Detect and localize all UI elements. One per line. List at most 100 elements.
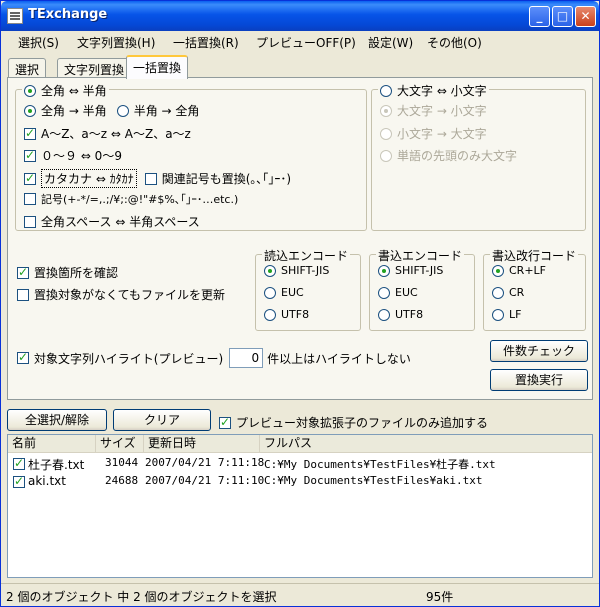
update-all-option-row[interactable]: 置換対象がなくてもファイルを更新: [17, 286, 225, 303]
file-row[interactable]: aki.txt 24688 2007/04/21 7:11:10 C:¥My D…: [8, 473, 592, 491]
write-sjis-radio[interactable]: [378, 264, 390, 277]
confirm-checkbox[interactable]: [17, 265, 29, 279]
write-utf8-radio[interactable]: [378, 308, 390, 321]
write-encoding-title: 書込エンコード: [376, 247, 465, 264]
upper-to-lower-row[interactable]: 大文字 → 小文字: [380, 102, 487, 119]
confirm-label: 置換箇所を確認: [34, 266, 119, 280]
lower-to-upper-row[interactable]: 小文字 → 大文字: [380, 125, 487, 142]
alpha-option-row[interactable]: A～Z、a～z ⇔ A～Z、a～z: [24, 125, 191, 142]
newline-cr-row[interactable]: CR: [492, 286, 524, 299]
symbols-option-row[interactable]: 記号(+-*/=,.;/¥;:@!"#$%､｢｣ｰ･…etc.): [24, 191, 238, 207]
highlight-checkbox[interactable]: [17, 350, 29, 364]
menu-bar: 選択(S) 文字列置換(H) 一括置換(R) プレビューOFF(P) 設定(W)…: [1, 32, 599, 52]
column-date[interactable]: 更新日時: [144, 435, 260, 453]
preview-ext-option-row[interactable]: プレビュー対象拡張子のファイルのみ追加する: [219, 414, 488, 431]
menu-string-replace[interactable]: 文字列置換(H): [77, 34, 155, 51]
file-list[interactable]: 名前 サイズ 更新日時 フルパス 杜子春.txt 31044 2007/04/2…: [7, 434, 593, 578]
file-row-checkbox[interactable]: [13, 474, 25, 488]
initial-cap-row[interactable]: 単語の先頭のみ大文字: [380, 147, 517, 164]
tab-string-replace[interactable]: 文字列置換: [57, 58, 132, 78]
newline-lf-radio[interactable]: [492, 308, 504, 321]
digits-label: ０～９ ⇔ 0～9: [41, 149, 122, 163]
status-selection: 2 個のオブジェクト 中 2 個のオブジェクトを選択: [6, 590, 277, 604]
kana-checkbox[interactable]: [24, 171, 36, 185]
digits-option-row[interactable]: ０～９ ⇔ 0～9: [24, 147, 122, 164]
width-mode-radio[interactable]: [24, 84, 36, 97]
title-bar[interactable]: TExchange _ □ ✕: [1, 1, 599, 31]
menu-batch-replace[interactable]: 一括置換(R): [173, 34, 239, 51]
read-euc-row[interactable]: EUC: [264, 286, 304, 299]
close-button[interactable]: ✕: [575, 6, 596, 27]
menu-other[interactable]: その他(O): [427, 34, 482, 51]
execute-replace-button[interactable]: 置換実行: [490, 369, 588, 391]
read-encoding-title: 読込エンコード: [262, 247, 351, 264]
width-group-title[interactable]: 全角 ⇔ 半角: [22, 82, 109, 99]
menu-preview-off[interactable]: プレビューOFF(P): [256, 34, 356, 51]
read-utf8-label: UTF8: [281, 308, 310, 321]
update-all-checkbox[interactable]: [17, 288, 29, 301]
hw-to-fw-radio[interactable]: [116, 104, 129, 117]
space-option-row[interactable]: 全角スペース ⇔ 半角スペース: [24, 213, 200, 230]
newline-cr-label: CR: [509, 286, 525, 299]
write-euc-row[interactable]: EUC: [378, 286, 418, 299]
read-sjis-row[interactable]: SHIFT-JIS: [264, 264, 329, 277]
newline-lf-label: LF: [509, 308, 522, 321]
alpha-checkbox[interactable]: [24, 126, 36, 140]
menu-settings[interactable]: 設定(W): [368, 34, 413, 51]
select-all-button[interactable]: 全選択/解除: [7, 409, 107, 431]
initial-cap-radio[interactable]: [380, 149, 392, 162]
update-all-label: 置換対象がなくてもファイルを更新: [34, 288, 226, 302]
symbols-label: 記号(+-*/=,.;/¥;:@!"#$%､｢｣ｰ･…etc.): [41, 193, 239, 206]
clear-button[interactable]: クリア: [113, 409, 211, 431]
initial-cap-label: 単語の先頭のみ大文字: [397, 149, 518, 163]
case-group-title[interactable]: 大文字 ⇔ 小文字: [378, 82, 489, 99]
file-row-checkbox[interactable]: [13, 456, 25, 470]
highlight-suffix-label: 件以上はハイライトしない: [267, 351, 411, 366]
newline-crlf-row[interactable]: CR+LF: [492, 264, 546, 277]
minimize-button[interactable]: _: [529, 6, 550, 27]
read-euc-radio[interactable]: [264, 286, 276, 299]
read-sjis-label: SHIFT-JIS: [281, 264, 330, 277]
upper-to-lower-radio[interactable]: [380, 104, 392, 117]
preview-ext-checkbox[interactable]: [219, 415, 231, 429]
highlight-count-input[interactable]: 0: [229, 348, 264, 368]
column-size[interactable]: サイズ: [96, 435, 144, 453]
read-utf8-radio[interactable]: [264, 308, 276, 321]
tab-batch-replace[interactable]: 一括置換: [126, 55, 189, 79]
read-utf8-row[interactable]: UTF8: [264, 308, 309, 321]
related-symbols-checkbox[interactable]: [144, 172, 157, 185]
menu-select[interactable]: 選択(S): [18, 34, 59, 51]
lower-to-upper-label: 小文字 → 大文字: [397, 127, 487, 141]
file-row[interactable]: 杜子春.txt 31044 2007/04/21 7:11:18 C:¥My D…: [8, 455, 592, 473]
write-euc-radio[interactable]: [378, 286, 390, 299]
write-utf8-label: UTF8: [395, 308, 424, 321]
alpha-label: A～Z、a～z ⇔ A～Z、a～z: [41, 127, 191, 141]
newline-cr-radio[interactable]: [492, 286, 504, 299]
newline-lf-row[interactable]: LF: [492, 308, 521, 321]
read-sjis-radio[interactable]: [264, 264, 276, 277]
space-label: 全角スペース ⇔ 半角スペース: [41, 215, 200, 229]
tab-select[interactable]: 選択: [8, 58, 47, 78]
newline-crlf-radio[interactable]: [492, 264, 504, 277]
count-check-button[interactable]: 件数チェック: [490, 340, 588, 362]
space-checkbox[interactable]: [24, 215, 36, 228]
status-count: 95件: [426, 590, 454, 604]
confirm-option-row[interactable]: 置換箇所を確認: [17, 264, 118, 281]
lower-to-upper-radio[interactable]: [380, 127, 392, 140]
preview-ext-label: プレビュー対象拡張子のファイルのみ追加する: [236, 416, 489, 430]
symbols-checkbox[interactable]: [24, 193, 36, 205]
column-path[interactable]: フルパス: [260, 435, 592, 453]
batch-replace-panel: 全角 ⇔ 半角 全角 → 半角 半角 → 全角 A～Z、a～z ⇔ A～Z、a～…: [7, 77, 593, 400]
app-icon: [7, 8, 23, 24]
file-list-header: 名前 サイズ 更新日時 フルパス: [8, 435, 592, 453]
column-name[interactable]: 名前: [8, 435, 96, 453]
digits-checkbox[interactable]: [24, 148, 36, 162]
kana-option-row[interactable]: カタカナ ⇔ ｶﾀｶﾅ 関連記号も置換(｡､｢｣ｰ･): [24, 169, 291, 188]
case-mode-radio[interactable]: [380, 84, 392, 97]
write-sjis-row[interactable]: SHIFT-JIS: [378, 264, 443, 277]
kana-label: カタカナ ⇔ ｶﾀｶﾅ: [41, 169, 137, 188]
write-utf8-row[interactable]: UTF8: [378, 308, 423, 321]
maximize-button[interactable]: □: [552, 6, 573, 27]
read-encoding-group: 読込エンコード SHIFT-JIS EUC UTF8: [255, 247, 361, 331]
fw-to-hw-radio[interactable]: [24, 104, 36, 117]
